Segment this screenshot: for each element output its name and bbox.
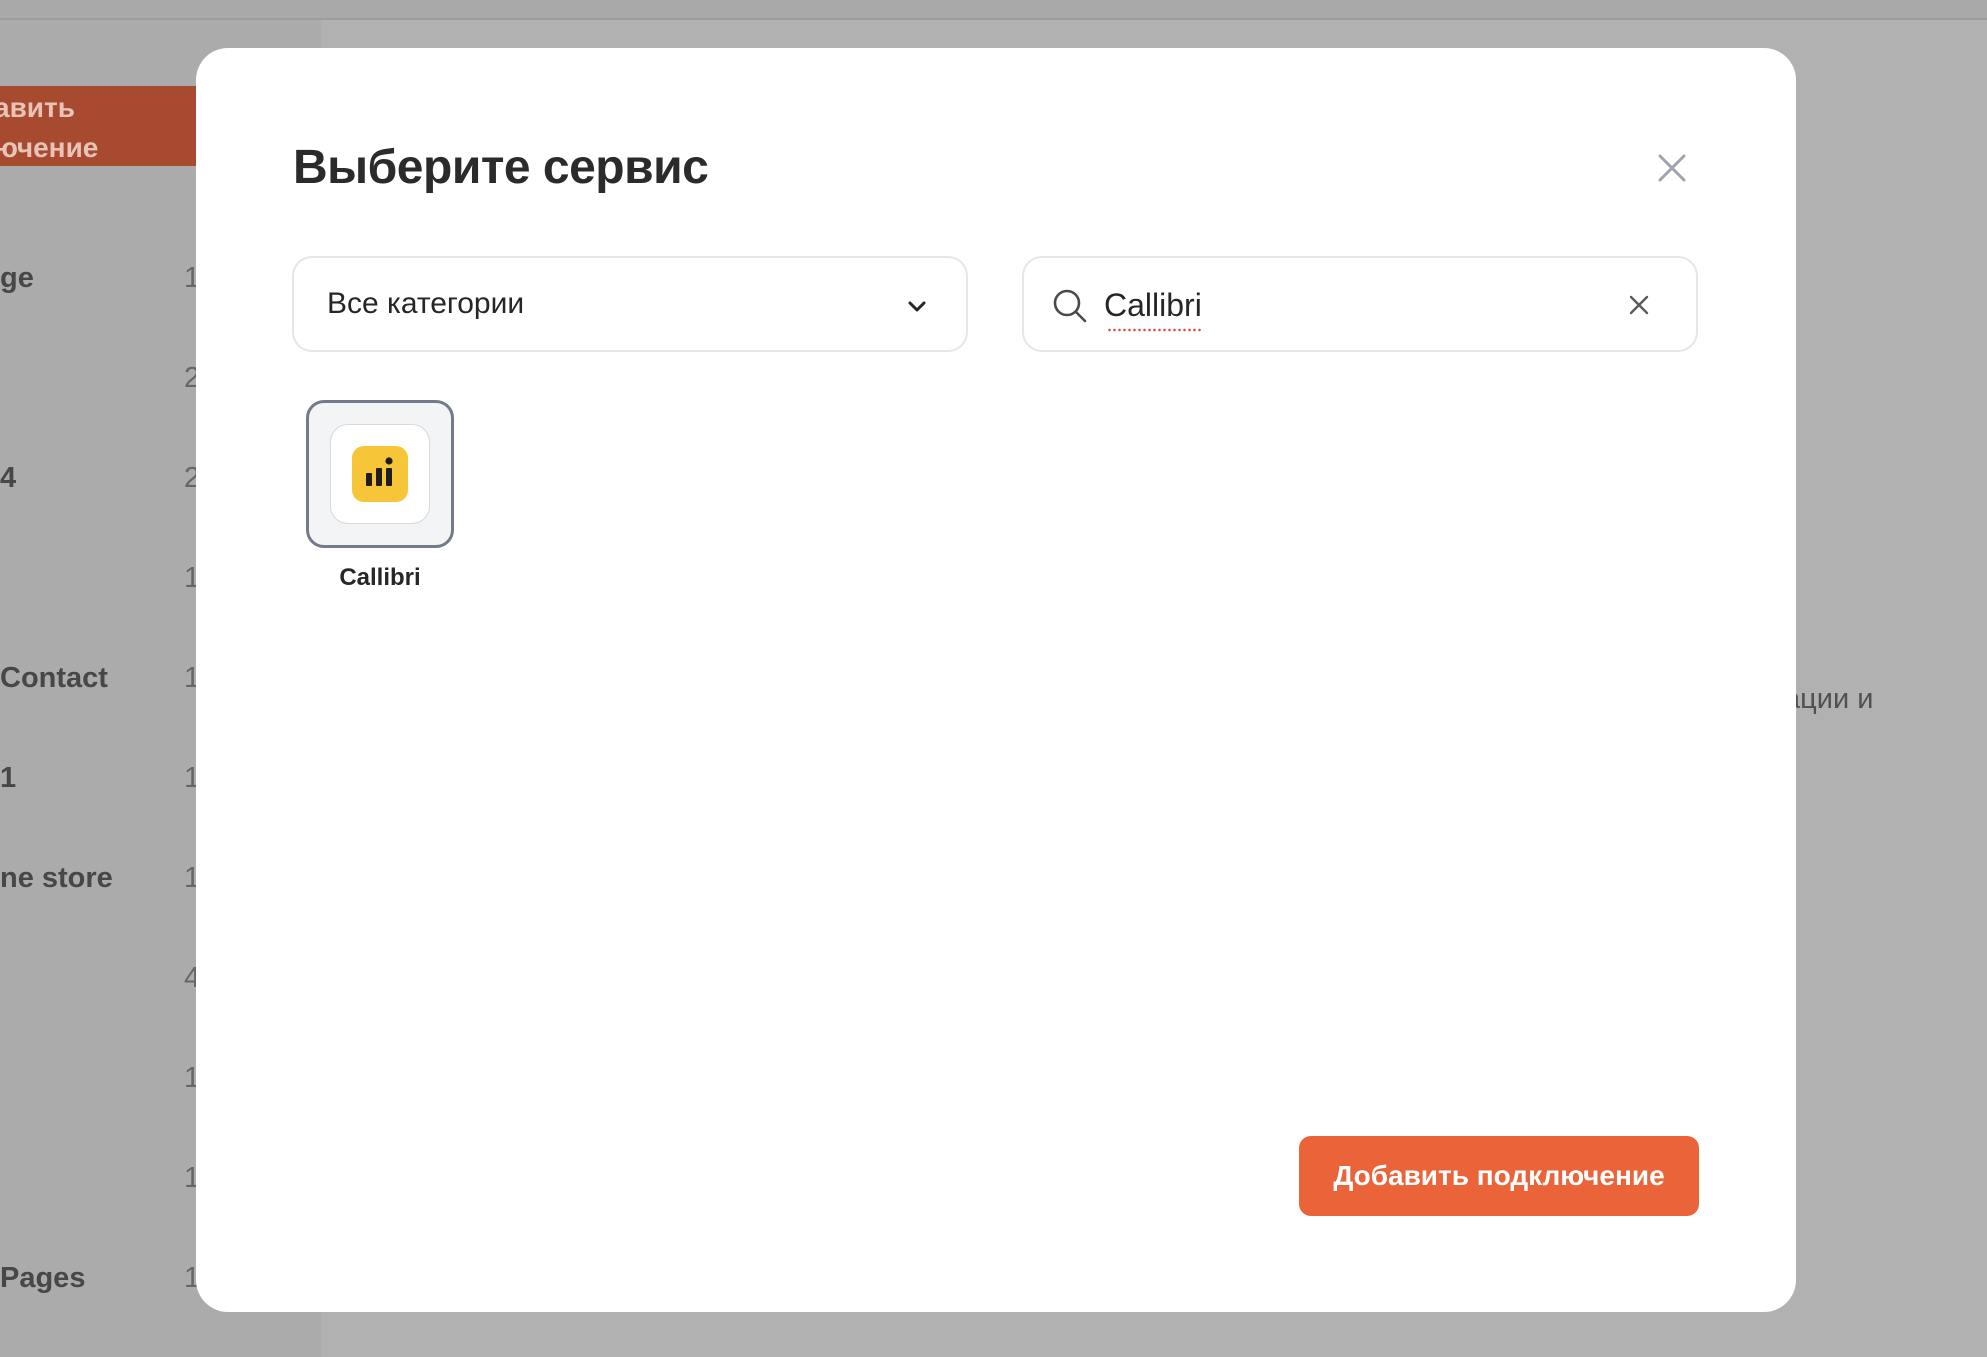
- sidebar-item-label: 1: [0, 762, 17, 794]
- service-logo-box: [330, 424, 430, 524]
- search-input[interactable]: [1104, 280, 1584, 330]
- chevron-down-icon: [908, 301, 926, 312]
- sidebar-item-label: 4: [0, 462, 17, 494]
- sidebar-item-label: Contact: [0, 662, 108, 694]
- background-text: ации и: [1784, 683, 1874, 715]
- service-card-callibri[interactable]: [306, 400, 454, 548]
- close-icon[interactable]: [1654, 150, 1690, 186]
- category-select[interactable]: Все категории: [292, 256, 968, 352]
- sidebar-item-label: Pages: [0, 1262, 86, 1294]
- clear-icon[interactable]: [1628, 294, 1650, 316]
- modal-title: Выберите сервис: [293, 141, 709, 194]
- spellcheck-underline: [1107, 328, 1203, 332]
- service-name: Callibri: [339, 564, 421, 591]
- add-connection-button[interactable]: Добавить подключение: [1299, 1136, 1699, 1216]
- sidebar-item-label: ge: [0, 262, 34, 294]
- search-field: [1022, 256, 1698, 352]
- search-icon: [1053, 289, 1087, 323]
- select-service-modal: Выберите сервис Все категории Callibri C…: [196, 48, 1796, 1312]
- page: авить ючение ge 1 2 4 2 1 Contact 1 1 1 …: [0, 0, 1987, 1357]
- callibri-logo-icon: [352, 446, 408, 502]
- top-bar: [0, 0, 1987, 20]
- category-select-value: Все категории: [327, 287, 525, 320]
- sidebar-item-label: ne store: [0, 862, 113, 894]
